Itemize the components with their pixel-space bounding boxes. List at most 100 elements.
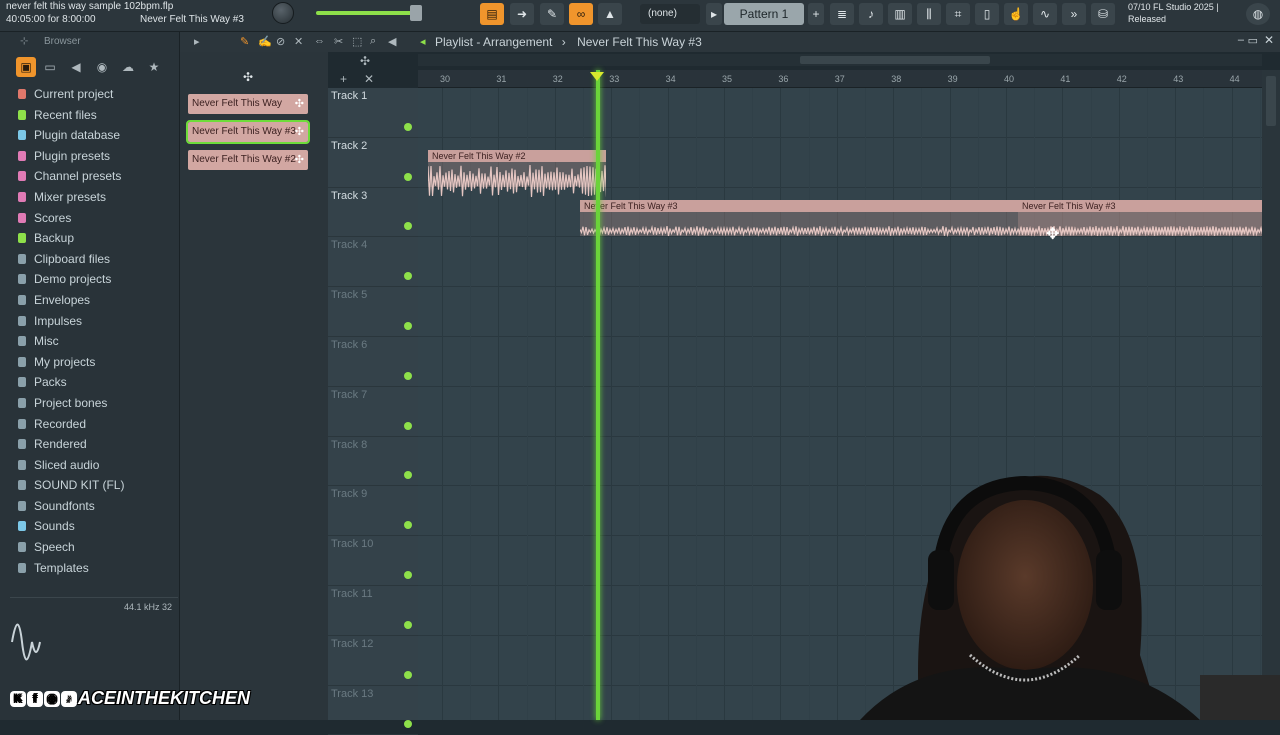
track-lane[interactable]: [418, 337, 1262, 387]
select-icon[interactable]: ⬚: [352, 35, 362, 48]
clip-picker-item[interactable]: Never Felt This Way #3 ✣: [186, 120, 310, 144]
track-header[interactable]: Track 3: [328, 188, 418, 238]
channel-rack-icon[interactable]: ▥: [888, 3, 912, 25]
track-mute-led-icon[interactable]: [404, 272, 412, 281]
snap-move-icon[interactable]: ✣: [360, 54, 370, 68]
track-lane[interactable]: [418, 88, 1262, 138]
slip-icon[interactable]: ⇔: [314, 35, 325, 47]
zoom-icon[interactable]: ⌕: [370, 35, 376, 48]
track-mute-led-icon[interactable]: [404, 620, 412, 629]
cloud-icon[interactable]: ☁: [118, 57, 138, 77]
scroll-thumb[interactable]: [800, 56, 990, 64]
browser-tree-icon[interactable]: ⊹: [20, 32, 28, 52]
browser-item[interactable]: My projects: [0, 352, 180, 373]
file-icon[interactable]: ▭: [40, 57, 60, 77]
drag-handle-icon[interactable]: ✣: [295, 122, 304, 142]
arrow-right-icon[interactable]: ➜: [510, 3, 534, 25]
metronome-icon[interactable]: ▲: [598, 3, 622, 25]
maximize-icon[interactable]: ▭: [1248, 34, 1258, 47]
track-mute-led-icon[interactable]: [404, 570, 412, 579]
browser-item[interactable]: Soundfonts: [0, 496, 180, 517]
browser-item[interactable]: Sounds: [0, 516, 180, 537]
track-header[interactable]: Track 13: [328, 686, 418, 735]
clip-picker-item[interactable]: Never Felt This Way #2 ✣: [188, 150, 308, 170]
play-icon[interactable]: ▸: [194, 35, 200, 48]
drag-handle-icon[interactable]: ✣: [295, 94, 304, 114]
track-lane[interactable]: [418, 287, 1262, 337]
track-lane[interactable]: [418, 387, 1262, 437]
track-header[interactable]: Track 4: [328, 237, 418, 288]
browser-item[interactable]: Envelopes: [0, 290, 180, 311]
clip-picker-item[interactable]: Never Felt This Way ✣: [188, 94, 308, 114]
link-icon[interactable]: ∞: [569, 3, 593, 25]
browser-item[interactable]: Clipboard files: [0, 249, 180, 270]
browser-icon[interactable]: ▯: [975, 3, 999, 25]
remove-track-icon[interactable]: ✕: [364, 72, 374, 86]
drag-handle-icon[interactable]: ✣: [295, 150, 304, 170]
plugin-icon[interactable]: ⌗: [946, 3, 970, 25]
track-header[interactable]: Track 1: [328, 88, 418, 138]
add-track-icon[interactable]: +: [340, 72, 347, 86]
globe-icon[interactable]: ◍: [1246, 3, 1270, 25]
track-header[interactable]: Track 10: [328, 536, 418, 586]
track-header[interactable]: Track 2: [328, 138, 418, 188]
pattern-selector[interactable]: Pattern 1: [724, 3, 804, 25]
slice-icon[interactable]: ✂: [334, 35, 343, 48]
track-mute-led-icon[interactable]: [404, 720, 412, 729]
play-triangle-icon[interactable]: ▸: [706, 3, 722, 25]
horizontal-scrollbar[interactable]: [418, 54, 1262, 66]
move-icon[interactable]: ✣: [238, 66, 258, 88]
track-mute-led-icon[interactable]: [404, 222, 412, 231]
master-pitch-knob[interactable]: [272, 2, 294, 24]
shop-icon[interactable]: ⛁: [1091, 3, 1115, 25]
browser-item[interactable]: Templates: [0, 558, 180, 579]
browser-item[interactable]: Plugin database: [0, 125, 180, 146]
browser-item[interactable]: Speech: [0, 537, 180, 558]
browser-item[interactable]: Demo projects: [0, 269, 180, 290]
browser-item[interactable]: Plugin presets: [0, 146, 180, 167]
touch-icon[interactable]: ☝: [1004, 3, 1028, 25]
audio-clip[interactable]: Never Felt This Way #2: [428, 149, 606, 197]
snap-icon[interactable]: ▤: [480, 3, 504, 25]
browser-item[interactable]: Backup: [0, 228, 180, 249]
track-mute-led-icon[interactable]: [404, 421, 412, 430]
browser-item[interactable]: SOUND KIT (FL): [0, 475, 180, 496]
track-mute-led-icon[interactable]: [404, 122, 412, 131]
minimize-icon[interactable]: –: [1238, 34, 1244, 46]
track-header[interactable]: Track 11: [328, 586, 418, 636]
volume-handle[interactable]: [410, 5, 422, 21]
star-icon[interactable]: ★: [144, 57, 164, 77]
track-mute-led-icon[interactable]: [404, 471, 412, 480]
browser-item[interactable]: Recent files: [0, 105, 180, 126]
piano-roll-icon[interactable]: ♪: [859, 3, 883, 25]
browser-item[interactable]: Current project: [0, 84, 180, 105]
browser-item[interactable]: Packs: [0, 372, 180, 393]
track-header[interactable]: Track 6: [328, 337, 418, 387]
timeline-ruler[interactable]: 30 31 32 33 34 35 36 37 38 39 40 41 42 43 44: [418, 70, 1262, 88]
vertical-scroll-thumb[interactable]: [1266, 76, 1276, 126]
browser-item[interactable]: Rendered: [0, 434, 180, 455]
browser-item[interactable]: Project bones: [0, 393, 180, 414]
track-header[interactable]: Track 9: [328, 486, 418, 537]
browser-item[interactable]: Impulses: [0, 311, 180, 332]
playlist-icon[interactable]: ≣: [830, 3, 854, 25]
arrow-left-icon[interactable]: ◂: [420, 35, 426, 48]
paint-icon[interactable]: ✍: [258, 35, 272, 48]
track-mute-led-icon[interactable]: [404, 172, 412, 181]
track-mute-led-icon[interactable]: [404, 521, 412, 530]
speaker-icon[interactable]: ◀: [66, 57, 86, 77]
browser-item[interactable]: Scores: [0, 208, 180, 229]
track-header[interactable]: Track 7: [328, 387, 418, 437]
mixer-icon[interactable]: ⫼: [917, 3, 941, 25]
browser-item[interactable]: Sliced audio: [0, 455, 180, 476]
browser-item[interactable]: Channel presets: [0, 166, 180, 187]
wave-icon[interactable]: ∿: [1033, 3, 1057, 25]
track-header[interactable]: Track 12: [328, 636, 418, 686]
browser-item[interactable]: Mixer presets: [0, 187, 180, 208]
playback-icon[interactable]: ◀: [388, 35, 396, 48]
all-icon[interactable]: ▣: [16, 57, 36, 77]
browser-item[interactable]: Misc: [0, 331, 180, 352]
close-icon[interactable]: ✕: [1264, 33, 1274, 47]
channel-selector[interactable]: (none): [640, 4, 700, 24]
forward-icon[interactable]: »: [1062, 3, 1086, 25]
